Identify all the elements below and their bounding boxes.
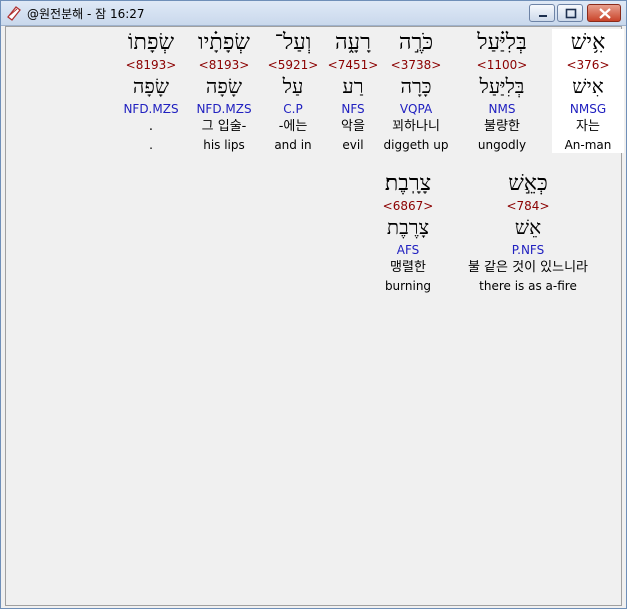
- strong-number: <8193>: [125, 58, 177, 72]
- english-gloss: there is as a-fire: [479, 279, 577, 293]
- lexeme: שָׂפָה: [132, 74, 170, 98]
- english-gloss: .: [149, 138, 153, 152]
- hebrew-word: כְּאֵ֣שׁ: [508, 171, 548, 196]
- korean-gloss: 불량한: [484, 119, 520, 134]
- hebrew-word: רָעָ֑ה: [335, 30, 371, 55]
- korean-gloss: 그 입술-: [201, 119, 247, 134]
- strong-number: <376>: [566, 58, 610, 72]
- word-card[interactable]: שְׂפָתָ֗יו <8193> שָׂפָה NFD.MZS 그 입술- h…: [188, 29, 260, 153]
- analysis-pane: אִ֥ישׁ <376> אִישׁ NMSG 자는 An-man בְּלִי…: [5, 26, 624, 606]
- morphology-code: NMSG: [569, 102, 607, 116]
- word-card[interactable]: בְּלִיַּ֗עַל <1100> בְּלִיַּעַל NMS 불량한 …: [466, 29, 538, 153]
- morphology-code: C.P: [283, 102, 303, 116]
- strong-number: <7451>: [327, 58, 379, 72]
- english-gloss: ungodly: [477, 138, 527, 152]
- morphology-code: VQPA: [399, 102, 433, 116]
- strong-number: <6867>: [382, 199, 434, 213]
- word-card[interactable]: אִ֥ישׁ <376> אִישׁ NMSG 자는 An-man: [552, 29, 624, 153]
- korean-gloss: 자는: [576, 119, 600, 134]
- strong-number: <784>: [506, 199, 550, 213]
- lexeme: בְּלִיַּעַל: [479, 74, 525, 98]
- strong-number: <5921>: [267, 58, 319, 72]
- word-card[interactable]: רָעָ֑ה <7451> רַע NFS 악을 evil: [318, 29, 388, 153]
- hebrew-word: שְׂפָתוֹ: [127, 30, 175, 55]
- close-button[interactable]: [587, 4, 621, 22]
- strong-number: <1100>: [476, 58, 528, 72]
- korean-gloss: 맹렬한: [390, 260, 426, 275]
- korean-gloss: .: [148, 119, 154, 134]
- lexeme: רַע: [342, 74, 364, 98]
- app-icon: [6, 5, 22, 21]
- lexeme: אֵשׁ: [514, 215, 542, 239]
- maximize-button[interactable]: [557, 4, 583, 22]
- korean-gloss: -에는: [278, 119, 308, 134]
- english-gloss: An-man: [564, 138, 612, 152]
- english-gloss: his lips: [203, 138, 245, 152]
- english-gloss: diggeth up: [383, 138, 449, 152]
- lexeme: צָרֶבֶת: [386, 215, 430, 239]
- lexeme: שָׂפָה: [205, 74, 243, 98]
- word-card[interactable]: שְׂפָתוֹ <8193> שָׂפָה NFD.MZS . .: [115, 29, 187, 153]
- english-gloss: evil: [342, 138, 364, 152]
- strong-number: <8193>: [198, 58, 250, 72]
- word-card[interactable]: כֹּרֶ֣ה <3738> כָּרָה VQPA 꾀하나니 diggeth …: [380, 29, 452, 153]
- lexeme: עַל: [282, 74, 304, 98]
- korean-gloss: 불 같은 것이 있느니라: [467, 260, 589, 275]
- morphology-code: NFD.MZS: [196, 102, 252, 116]
- morphology-code: NFS: [341, 102, 365, 116]
- korean-gloss: 꾀하나니: [392, 119, 440, 134]
- title-bar[interactable]: @원전분해 - 잠 16:27: [1, 1, 626, 26]
- strong-number: <3738>: [390, 58, 442, 72]
- minimize-button[interactable]: [529, 4, 555, 22]
- word-card[interactable]: כְּאֵ֣שׁ <784> אֵשׁ P.NFS 불 같은 것이 있느니라 t…: [448, 170, 608, 294]
- hebrew-word: אִ֥ישׁ: [570, 30, 606, 55]
- window-title: @원전분해 - 잠 16:27: [27, 7, 145, 21]
- korean-gloss: 악을: [341, 119, 365, 134]
- word-card[interactable]: צָרָֽבֶת׃ <6867> צָרֶבֶת AFS 맹렬한 burning: [372, 170, 444, 294]
- morphology-code: NFD.MZS: [123, 102, 179, 116]
- morphology-code: NMS: [488, 102, 516, 116]
- lexeme: אִישׁ: [572, 74, 604, 98]
- morphology-code: P.NFS: [511, 243, 545, 257]
- english-gloss: burning: [384, 279, 432, 293]
- hebrew-word: שְׂפָתָ֗יו: [198, 30, 250, 55]
- hebrew-word: כֹּרֶ֣ה: [398, 30, 434, 55]
- word-card[interactable]: וְעַל־ <5921> עַל C.P -에는 and in: [258, 29, 328, 153]
- english-gloss: and in: [274, 138, 312, 152]
- app-window: @원전분해 - 잠 16:27 אִ֥ישׁ <376> אִישׁ NMSG …: [0, 0, 627, 609]
- hebrew-word: בְּלִיַּ֗עַל: [477, 30, 527, 55]
- hebrew-word: צָרָֽבֶת׃: [384, 171, 432, 196]
- hebrew-word: וְעַל־: [274, 30, 312, 55]
- morphology-code: AFS: [396, 243, 420, 257]
- lexeme: כָּרָה: [400, 74, 432, 98]
